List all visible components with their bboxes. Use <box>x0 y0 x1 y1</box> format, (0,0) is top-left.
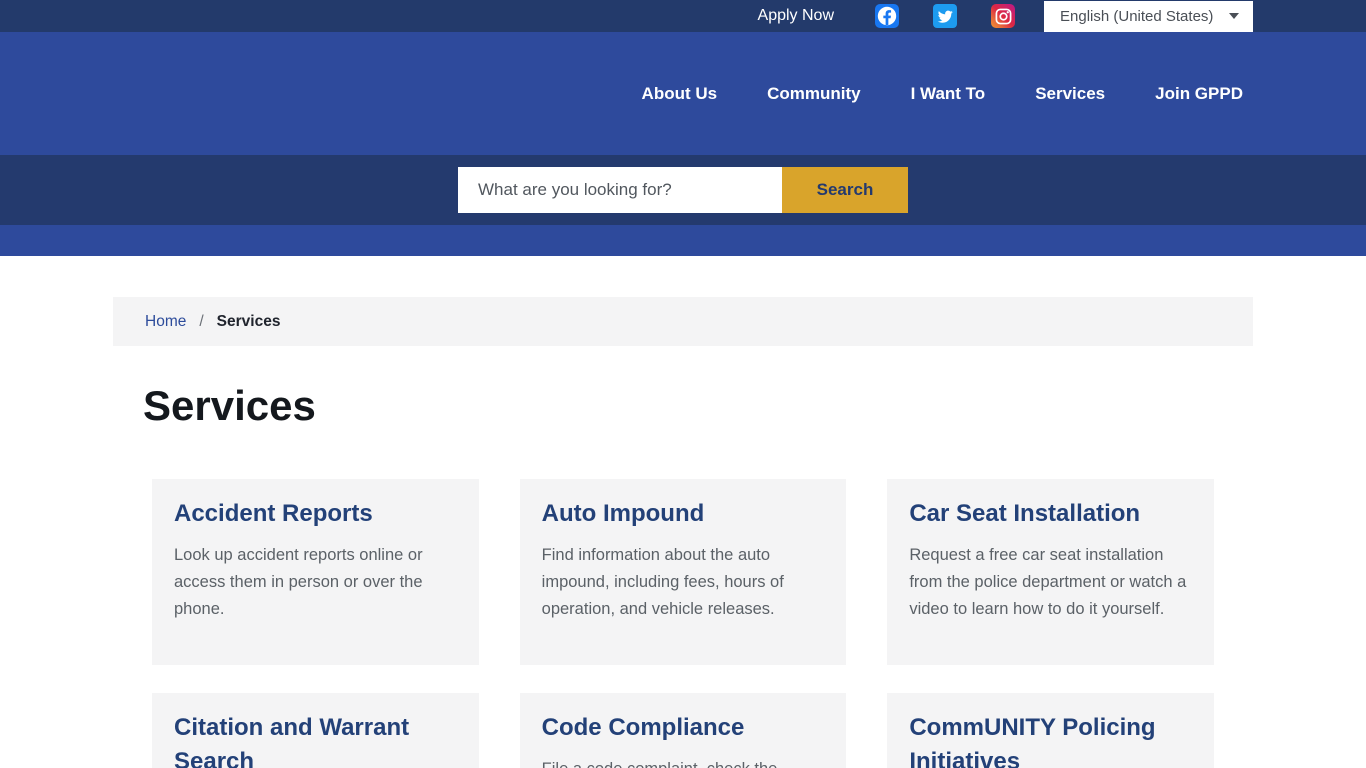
breadcrumb-separator: / <box>199 313 203 331</box>
card-car-seat-installation[interactable]: Car Seat Installation Request a free car… <box>887 479 1214 665</box>
card-description: Find information about the auto impound,… <box>542 542 825 623</box>
chevron-down-icon <box>1229 13 1239 19</box>
services-card-grid: Accident Reports Look up accident report… <box>113 479 1253 768</box>
page-title: Services <box>143 380 1253 432</box>
main-content: Home / Services Services Accident Report… <box>113 297 1253 768</box>
search-button[interactable]: Search <box>782 167 908 213</box>
search-form: Search <box>458 167 908 213</box>
nav-item-about-us[interactable]: About Us <box>642 84 718 104</box>
card-title[interactable]: Accident Reports <box>174 497 457 531</box>
card-auto-impound[interactable]: Auto Impound Find information about the … <box>520 479 847 665</box>
card-description: File a code complaint, check the <box>542 756 825 768</box>
nav-item-i-want-to[interactable]: I Want To <box>911 84 986 104</box>
card-code-compliance[interactable]: Code Compliance File a code complaint, c… <box>520 693 847 768</box>
apply-now-link[interactable]: Apply Now <box>758 7 834 25</box>
instagram-icon[interactable] <box>991 4 1015 28</box>
facebook-icon[interactable] <box>875 4 899 28</box>
utility-bar: Apply Now <box>0 0 1366 32</box>
card-title[interactable]: Auto Impound <box>542 497 825 531</box>
card-title[interactable]: Code Compliance <box>542 711 825 745</box>
card-description: Look up accident reports online or acces… <box>174 542 457 623</box>
breadcrumb: Home / Services <box>113 297 1253 346</box>
site-header: Apply Now <box>0 0 1366 256</box>
card-title[interactable]: Car Seat Installation <box>909 497 1192 531</box>
search-band: Search <box>0 155 1366 225</box>
search-input[interactable] <box>458 167 782 213</box>
card-title[interactable]: CommUNITY Policing Initiatives <box>909 711 1192 768</box>
card-citation-warrant-search[interactable]: Citation and Warrant Search <box>152 693 479 768</box>
nav-item-services[interactable]: Services <box>1035 84 1105 104</box>
card-accident-reports[interactable]: Accident Reports Look up accident report… <box>152 479 479 665</box>
twitter-icon[interactable] <box>933 4 957 28</box>
language-selector[interactable]: English (United States) <box>1044 1 1253 32</box>
breadcrumb-home-link[interactable]: Home <box>145 313 186 331</box>
nav-item-join-gppd[interactable]: Join GPPD <box>1155 84 1243 104</box>
language-selected-label: English (United States) <box>1060 8 1213 25</box>
header-accent-strip <box>0 225 1366 256</box>
card-community-policing[interactable]: CommUNITY Policing Initiatives <box>887 693 1214 768</box>
primary-nav: About Us Community I Want To Services Jo… <box>0 32 1366 155</box>
nav-item-community[interactable]: Community <box>767 84 861 104</box>
breadcrumb-current: Services <box>217 313 281 331</box>
card-title[interactable]: Citation and Warrant Search <box>174 711 457 768</box>
card-description: Request a free car seat installation fro… <box>909 542 1192 623</box>
